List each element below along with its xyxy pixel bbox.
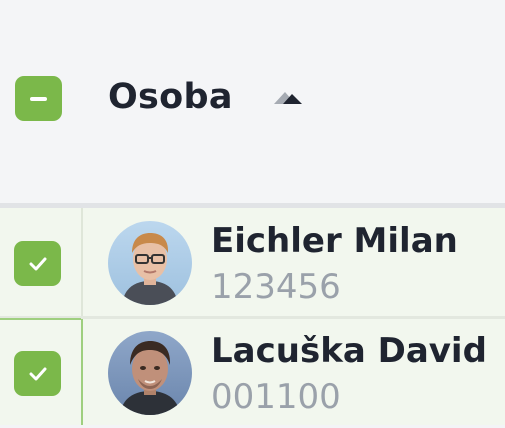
table-header: Osoba	[0, 0, 505, 203]
sort-ascending-icon[interactable]	[270, 86, 304, 108]
person-code: 123456	[211, 267, 341, 307]
row-checkbox[interactable]	[14, 351, 61, 396]
checkmark-icon	[29, 367, 46, 380]
avatar	[108, 331, 192, 415]
person-name: Eichler Milan	[211, 221, 458, 261]
table-row[interactable]: Lacuška David 001100	[0, 318, 505, 428]
checkmark-icon	[29, 257, 46, 270]
minus-icon	[30, 96, 47, 101]
person-name: Lacuška David	[211, 331, 487, 371]
person-code: 001100	[211, 377, 341, 417]
row-checkbox[interactable]	[14, 241, 61, 286]
avatar	[108, 221, 192, 305]
select-all-checkbox[interactable]	[15, 76, 62, 121]
column-header-osoba[interactable]: Osoba	[108, 74, 233, 120]
table-row[interactable]: Eichler Milan 123456	[0, 208, 505, 318]
